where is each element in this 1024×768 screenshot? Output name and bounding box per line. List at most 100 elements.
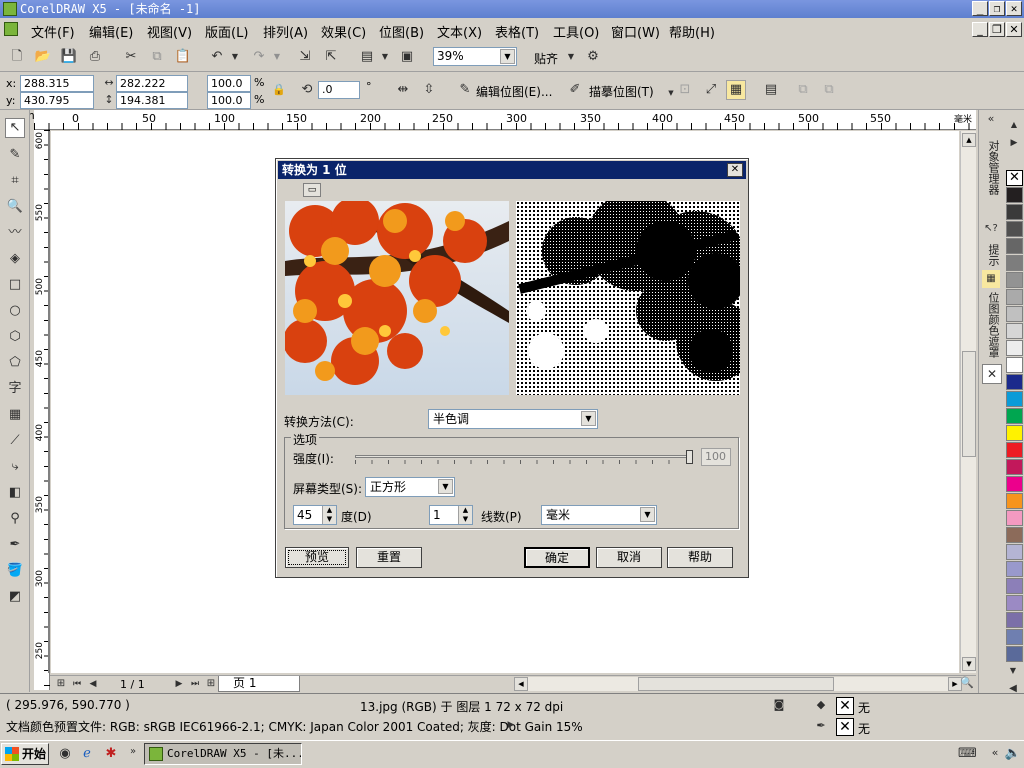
palette-swatch[interactable] <box>1006 527 1023 543</box>
vertical-scrollbar[interactable]: ▲ ▼ <box>960 131 976 673</box>
polygon-tool-icon[interactable]: ⬡ <box>6 328 24 346</box>
browser-icon[interactable]: ◉ <box>56 745 74 763</box>
palette-swatch[interactable] <box>1006 629 1023 645</box>
horizontal-scroll-thumb[interactable] <box>638 677 834 691</box>
palette-menu-icon[interactable]: ▶ <box>1005 134 1023 152</box>
preview-toggle-icon[interactable]: ▭ <box>303 183 321 197</box>
pick-tool-icon[interactable]: ↖ <box>5 118 25 138</box>
palette-scroll-up-icon[interactable]: ▲ <box>1005 116 1023 134</box>
palette-swatch[interactable] <box>1006 272 1023 288</box>
options-icon[interactable]: ⚙ <box>584 48 602 66</box>
crop-tool-icon[interactable]: ⌗ <box>6 172 24 190</box>
redo-icon[interactable]: ↷ <box>250 48 268 66</box>
cancel-button[interactable]: 取消 <box>596 547 662 568</box>
ie-icon[interactable]: ℯ <box>78 745 96 763</box>
dialog-close-icon[interactable]: ✕ <box>727 163 743 177</box>
menu-arrange[interactable]: 排列(A) <box>263 22 308 41</box>
fill-tool-icon[interactable]: 🪣 <box>6 562 24 580</box>
menu-edit[interactable]: 编辑(E) <box>89 22 133 41</box>
palette-swatch[interactable] <box>1006 238 1023 254</box>
eyedropper-icon[interactable]: ⚲ <box>6 510 24 528</box>
wrap-text-icon[interactable]: ▤ <box>762 81 780 99</box>
vertical-scroll-thumb[interactable] <box>962 351 976 457</box>
palette-swatch[interactable] <box>1006 612 1023 628</box>
interactive-blend-icon[interactable]: ◧ <box>6 484 24 502</box>
trace-bitmap-button[interactable]: 描摹位图(T) <box>589 83 654 100</box>
palette-swatch[interactable] <box>1006 340 1023 356</box>
taskbar-coreldraw-button[interactable]: CorelDRAW X5 - [未... <box>144 743 302 765</box>
angle-stepper[interactable]: 45 ▲ ▼ <box>293 505 337 525</box>
chevron-down-icon[interactable]: ▼ <box>581 411 596 426</box>
text-tool-icon[interactable]: 字 <box>6 380 24 398</box>
scroll-down-icon[interactable]: ▼ <box>962 657 976 671</box>
height-input[interactable]: 194.381 mm <box>116 92 188 122</box>
trace-bitmap-icon[interactable]: ✐ <box>566 81 584 99</box>
open-icon[interactable]: 📂 <box>34 48 52 66</box>
to-front-icon[interactable]: ⧉ <box>794 81 812 99</box>
undo-dropdown-icon[interactable]: ▼ <box>226 48 244 66</box>
print-icon[interactable]: ⎙ <box>86 48 104 66</box>
menu-view[interactable]: 视图(V) <box>147 22 192 41</box>
palette-swatch[interactable] <box>1006 459 1023 475</box>
palette-swatch[interactable] <box>1006 221 1023 237</box>
palette-swatch[interactable] <box>1006 204 1023 220</box>
x-position-input[interactable]: 288.315 mm <box>20 75 94 105</box>
outline-pen-icon[interactable]: ✒ <box>6 536 24 554</box>
palette-swatch[interactable] <box>1006 425 1023 441</box>
docker-tab-object-manager[interactable]: 对象管理器 <box>983 140 1000 195</box>
help-button[interactable]: 帮助 <box>667 547 733 568</box>
doc-close-button[interactable]: ✕ <box>1006 22 1022 37</box>
palette-swatch[interactable] <box>1006 255 1023 271</box>
redo-dropdown-icon[interactable]: ▼ <box>268 48 286 66</box>
page-tab[interactable]: 页 1 <box>218 676 300 692</box>
zoom-level-combo[interactable]: 39% ▼ <box>433 47 517 66</box>
menu-window[interactable]: 窗口(W) <box>611 22 660 41</box>
mirror-vertical-icon[interactable]: ⇳ <box>420 81 438 99</box>
color-mask-tab-icon[interactable]: ▦ <box>982 270 1000 288</box>
palette-swatch[interactable] <box>1006 578 1023 594</box>
menu-layout[interactable]: 版面(L) <box>205 22 248 41</box>
interactive-fill-icon[interactable]: ◩ <box>6 588 24 606</box>
palette-swatch[interactable] <box>1006 374 1023 390</box>
ellipse-tool-icon[interactable]: ○ <box>6 302 24 320</box>
chevron-down-icon[interactable]: ▼ <box>640 507 655 522</box>
scale-y-input[interactable]: 100.0 <box>207 92 251 109</box>
intensity-value[interactable]: 100 <box>701 448 731 466</box>
palette-swatch[interactable] <box>1006 306 1023 322</box>
palette-swatch[interactable] <box>1006 510 1023 526</box>
docker-collapse-icon[interactable]: « <box>982 110 1000 128</box>
palette-swatch[interactable] <box>1006 323 1023 339</box>
mirror-horizontal-icon[interactable]: ⇹ <box>394 81 412 99</box>
new-icon[interactable]: 🗋 <box>8 48 26 66</box>
restore-button[interactable]: ❐ <box>989 1 1005 16</box>
freehand-tool-icon[interactable]: 〰 <box>6 224 24 242</box>
quicklaunch-more-icon[interactable]: » <box>124 743 142 761</box>
doc-restore-button[interactable]: ❐ <box>989 22 1005 37</box>
undo-icon[interactable]: ↶ <box>208 48 226 66</box>
menu-file[interactable]: 文件(F) <box>31 22 75 41</box>
save-icon[interactable]: 💾 <box>60 48 78 66</box>
copy-icon[interactable]: ⧉ <box>148 48 166 66</box>
menu-text[interactable]: 文本(X) <box>437 22 482 41</box>
export-icon[interactable]: ⇱ <box>322 48 340 66</box>
menu-help[interactable]: 帮助(H) <box>669 22 715 41</box>
resample-icon[interactable]: ⤢ <box>702 81 720 99</box>
volume-icon[interactable]: 🔈 <box>1004 745 1022 763</box>
doc-minimize-button[interactable]: _ <box>972 22 988 37</box>
conversion-method-dropdown[interactable]: 半色调 ▼ <box>428 409 598 429</box>
intensity-slider[interactable] <box>355 450 693 464</box>
palette-swatch[interactable] <box>1006 289 1023 305</box>
chevron-down-icon[interactable]: ▼ <box>438 479 453 494</box>
cut-icon[interactable]: ✂ <box>122 48 140 66</box>
menu-bitmaps[interactable]: 位图(B) <box>379 22 424 41</box>
menu-tools[interactable]: 工具(O) <box>553 22 599 41</box>
palette-swatch[interactable] <box>1006 561 1023 577</box>
smart-fill-icon[interactable]: ◈ <box>6 250 24 268</box>
width-input[interactable]: 282.222 mm <box>116 75 188 105</box>
crop-bitmap-icon[interactable]: ⊡ <box>676 81 694 99</box>
zoom-tool-icon[interactable]: 🔍 <box>6 198 24 216</box>
line-unit-dropdown[interactable]: 毫米 ▼ <box>541 505 657 525</box>
lock-ratio-icon[interactable]: 🔒 <box>270 81 288 99</box>
palette-swatch[interactable] <box>1006 391 1023 407</box>
horizontal-scrollbar[interactable]: ◀ ▶ <box>514 677 962 691</box>
